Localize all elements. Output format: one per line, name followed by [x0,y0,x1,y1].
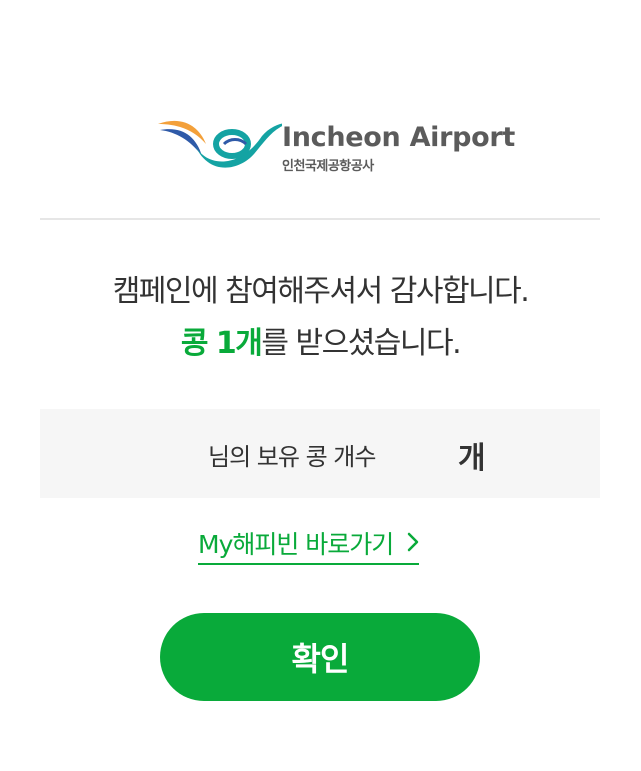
reward-message-rest: 를 받으셨습니다. [261,326,461,361]
my-happybean-link-label: My해피빈 바로가기 [198,530,394,559]
chevron-right-icon [407,529,419,558]
bean-count-unit: 개 [458,441,486,476]
incheon-airport-logo: Incheon Airport 인천국제공항공사 [154,114,515,178]
bean-count-label: 님의 보유 콩 개수 [208,443,376,471]
confirm-button[interactable]: 확인 [160,613,480,701]
logo-text-ko: 인천국제공항공사 [282,159,374,174]
reward-message: 콩 1개를 받으셨습니다. [0,318,641,362]
logo-mark-icon [158,120,282,168]
reward-highlight: 콩 1개 [180,326,263,361]
logo-text-en: Incheon Airport [282,122,516,153]
divider [40,218,600,220]
bean-count-box: 님의 보유 콩 개수 개 [40,409,600,498]
thanks-message: 캠페인에 참여해주셔서 감사합니다. [112,274,530,309]
my-happybean-link[interactable]: My해피빈 바로가기 [198,523,420,565]
